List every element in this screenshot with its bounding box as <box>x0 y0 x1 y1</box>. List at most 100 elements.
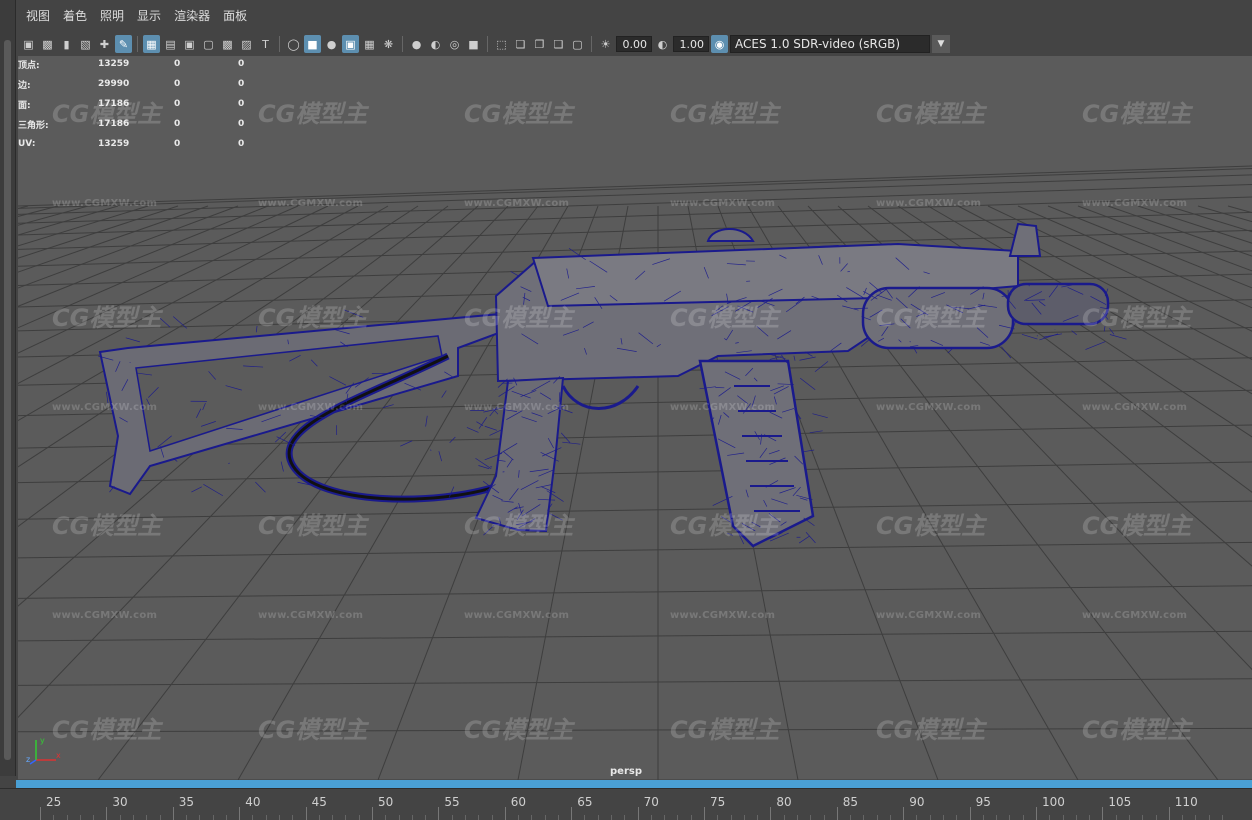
grease-pencil-icon[interactable]: ✎ <box>115 35 132 53</box>
timeline-tick <box>1142 815 1144 820</box>
smooth-shade-icon[interactable]: ■ <box>304 35 321 53</box>
3d-viewport[interactable] <box>18 56 1252 780</box>
toolbar-separator <box>591 36 592 52</box>
hud-row-vertices: 顶点: 13259 0 0 <box>18 54 278 74</box>
menu-panels[interactable]: 面板 <box>223 7 247 24</box>
menu-shading[interactable]: 着色 <box>63 7 87 24</box>
hud-value: 0 <box>174 99 181 109</box>
watermark-logo: CG模型主 <box>1082 716 1192 744</box>
timeline-tick <box>916 815 918 820</box>
hud-label: 边: <box>18 80 31 91</box>
timeline-tick <box>876 815 878 820</box>
bookmark-icon[interactable]: ▮ <box>58 35 75 53</box>
image-plane-icon[interactable]: ▧ <box>77 35 94 53</box>
isolate-select-icon[interactable]: ⬚ <box>493 35 510 53</box>
color-space-select[interactable]: ACES 1.0 SDR-video (sRGB) <box>730 35 930 53</box>
timeline-tick <box>464 815 466 820</box>
left-scroll-strip[interactable] <box>0 0 16 776</box>
timeline-tick <box>518 815 520 820</box>
timeline-frame-label: 45 <box>311 795 327 809</box>
hud-value: 0 <box>238 79 245 89</box>
timeline-tick <box>956 815 958 820</box>
timeline-tick <box>292 815 294 820</box>
exposure-icon[interactable]: ☀ <box>597 35 614 53</box>
xray-active-components-icon[interactable]: ❐ <box>531 35 548 53</box>
rifle-wireframe-model[interactable] <box>98 222 1127 548</box>
timeline-tick <box>690 815 692 820</box>
menu-renderer[interactable]: 渲染器 <box>174 7 210 24</box>
wireframe-icon[interactable]: ◯ <box>285 35 302 53</box>
time-ruler[interactable]: 25 30 35 40 45 50 55 60 65 70 75 80 85 90 95 100 105 110 <box>0 788 1252 820</box>
watermark-url: www.CGMXW.com <box>52 198 158 209</box>
vertical-scrollbar[interactable] <box>4 40 11 760</box>
time-slider-bar[interactable] <box>16 780 1252 788</box>
exposure-field[interactable]: 0.00 <box>616 36 652 52</box>
film-gate-icon[interactable]: ▤ <box>162 35 179 53</box>
maya-viewport-panel: 视图 着色 照明 显示 渲染器 面板 ▣ ▩ ▮ ▧ ✚ ✎ ▦ ▤ ▣ ▢ ▩… <box>0 0 1252 820</box>
timeline-tick <box>372 807 373 820</box>
timeline-tick <box>624 815 626 820</box>
default-material-icon[interactable]: ● <box>323 35 340 53</box>
xray-icon[interactable]: ❏ <box>512 35 529 53</box>
multisample-aa-icon[interactable]: ◎ <box>446 35 463 53</box>
timeline-tick <box>1195 815 1197 820</box>
watermark-url: www.CGMXW.com <box>52 402 158 413</box>
use-all-lights-icon[interactable]: ▦ <box>361 35 378 53</box>
gamma-field[interactable]: 1.00 <box>673 36 709 52</box>
gate-mask-icon[interactable]: ▢ <box>200 35 217 53</box>
camera-icon[interactable]: ▣ <box>20 35 37 53</box>
timeline-tick <box>332 815 334 820</box>
watermark-url: www.CGMXW.com <box>1082 610 1188 621</box>
timeline-tick <box>451 815 453 820</box>
depth-of-field-icon[interactable]: ■ <box>465 35 482 53</box>
grid-icon[interactable]: ▦ <box>143 35 160 53</box>
timeline-frame-label: 35 <box>178 795 195 809</box>
timeline-frame-label: 60 <box>510 795 527 809</box>
timeline-tick <box>106 807 108 820</box>
field-chart-icon[interactable]: ▩ <box>219 35 236 53</box>
watermark-logo: CG模型主 <box>876 304 986 332</box>
timeline-tick <box>850 815 852 820</box>
resolution-gate-icon[interactable]: ▣ <box>181 35 198 53</box>
timeline-tick <box>172 807 174 820</box>
watermark-logo: CG模型主 <box>464 304 574 332</box>
gamma-icon[interactable]: ◐ <box>654 35 671 53</box>
timeline-tick <box>40 807 41 820</box>
safe-title-icon[interactable]: T <box>257 35 274 53</box>
timeline-tick <box>1075 815 1077 820</box>
timeline-tick <box>903 807 905 820</box>
chevron-down-icon[interactable]: ▼ <box>932 35 950 53</box>
hud-value: 0 <box>174 119 181 129</box>
watermark-url: www.CGMXW.com <box>464 402 570 413</box>
camera-attributes-icon[interactable]: ▩ <box>39 35 56 53</box>
timeline-tick <box>969 807 971 820</box>
menu-view[interactable]: 视图 <box>26 7 50 24</box>
safe-action-icon[interactable]: ▨ <box>238 35 255 53</box>
shadows-icon[interactable]: ❋ <box>380 35 397 53</box>
timeline-tick <box>411 815 413 820</box>
timeline-frame-label: 90 <box>909 795 925 809</box>
xray-joints-icon[interactable]: ❑ <box>550 35 567 53</box>
menu-show[interactable]: 显示 <box>137 7 161 24</box>
panel-menu-bar: 视图 着色 照明 显示 渲染器 面板 <box>16 0 1252 30</box>
menu-lighting[interactable]: 照明 <box>100 7 124 24</box>
color-management-icon[interactable]: ◉ <box>711 35 728 53</box>
timeline-tick <box>584 815 586 820</box>
watermark-logo: CG模型主 <box>52 512 162 540</box>
2d-pan-zoom-icon[interactable]: ✚ <box>96 35 113 53</box>
timeline-tick <box>146 815 148 820</box>
timeline-frame-label: 25 <box>46 795 62 809</box>
watermark-logo: CG模型主 <box>258 304 368 332</box>
screen-space-ao-icon[interactable]: ● <box>408 35 425 53</box>
textured-icon[interactable]: ▣ <box>342 35 359 53</box>
timeline-tick <box>531 815 533 820</box>
hud-value: 0 <box>174 59 181 69</box>
timeline-frame-label: 110 <box>1174 795 1198 809</box>
motion-blur-icon[interactable]: ◐ <box>427 35 444 53</box>
model-rear-sight <box>706 228 755 242</box>
timeline-tick <box>982 815 984 820</box>
axis-gizmo-icon: y x z <box>26 736 61 765</box>
timeline-frame-label: 70 <box>643 795 659 809</box>
backface-culling-icon[interactable]: ▢ <box>569 35 586 53</box>
timeline-tick <box>53 815 55 820</box>
